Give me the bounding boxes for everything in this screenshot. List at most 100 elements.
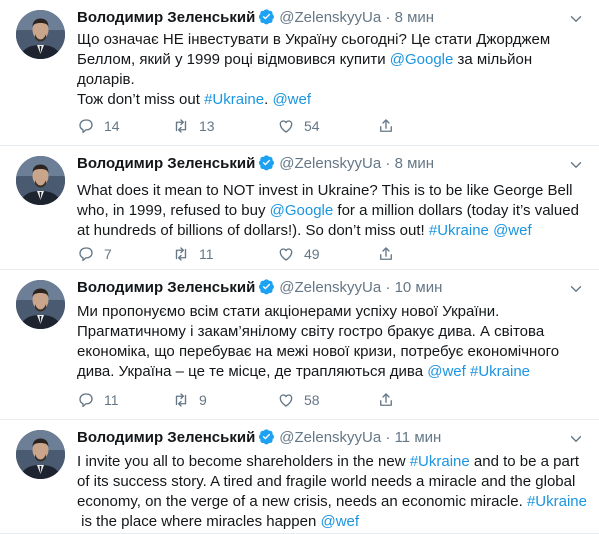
- mention-link[interactable]: @Google: [390, 51, 454, 68]
- retweet-icon: [175, 119, 187, 133]
- tweet-text-line: economy, on the verge of a new crisis, n…: [77, 492, 589, 512]
- chevron-down-icon: [570, 436, 582, 442]
- text-segment: дива. Україна – це те місце, де трапляют…: [77, 363, 428, 380]
- text-segment: at hundreds of billions of dollars!). So…: [77, 222, 429, 239]
- author-name[interactable]: Володимир Зеленський: [77, 279, 255, 296]
- avatar[interactable]: [16, 430, 65, 479]
- avatar[interactable]: [16, 156, 65, 205]
- tweet-text: Ми пропонуємо всім стати акціонерами усп…: [77, 302, 589, 382]
- tweet-actions: 14 13 54: [77, 116, 407, 136]
- tweet-menu-button[interactable]: [567, 156, 585, 174]
- mention-link[interactable]: @wef: [320, 513, 359, 530]
- tweet-text-line: Беллом, який у 1999 році відмовився купи…: [77, 50, 589, 70]
- heart-icon: [279, 248, 293, 261]
- tweet-header: Володимир Зеленський @ZelenskyyUa · 10 ми…: [77, 278, 589, 298]
- hashtag-link[interactable]: #Ukraine: [470, 363, 530, 380]
- text-segment: Що означає НЕ інвестувати в Україну сьог…: [77, 31, 551, 48]
- author-name[interactable]: Володимир Зеленський: [77, 155, 255, 172]
- verified-badge-icon: [259, 9, 275, 25]
- like-count: 49: [304, 246, 320, 262]
- tweet-text-line: of its success story. A tired and fragil…: [77, 472, 589, 492]
- author-handle[interactable]: @ZelenskyyUa: [279, 429, 381, 446]
- chevron-down-icon: [570, 16, 582, 22]
- tweet-text: I invite you all to become shareholders …: [77, 452, 589, 532]
- retweet-count: 11: [199, 246, 214, 262]
- author-handle[interactable]: @ZelenskyyUa: [279, 155, 381, 172]
- author-handle[interactable]: @ZelenskyyUa: [279, 279, 381, 296]
- tweet-header: Володимир Зеленський @ZelenskyyUa · 11 ми…: [77, 428, 589, 448]
- separator-dot: ·: [385, 155, 391, 172]
- reply-icon: [79, 247, 93, 262]
- tweet-text: Що означає НЕ інвестувати в Україну сьог…: [77, 30, 589, 110]
- tweet-actions: 11 9 58: [77, 390, 407, 410]
- tweet-timestamp[interactable]: 8 мин: [395, 155, 435, 172]
- hashtag-link[interactable]: #Ukraine: [429, 222, 489, 239]
- hashtag-link[interactable]: #Ukraine: [410, 453, 470, 470]
- verified-badge-icon: [259, 279, 275, 295]
- text-segment: What does it mean to NOT invest in Ukrai…: [77, 182, 573, 199]
- tweet[interactable]: Володимир Зеленський @ZelenskyyUa · 8 мин…: [0, 0, 599, 146]
- tweet-timestamp[interactable]: 8 мин: [395, 9, 435, 26]
- mention-link[interactable]: @wef: [493, 222, 532, 239]
- text-segment: who, in 1999, refused to buy: [77, 202, 270, 219]
- heart-icon: [279, 394, 293, 407]
- heart-icon: [279, 120, 293, 133]
- tweet-text-line: Прагматичному і закам’янілому світу гост…: [77, 322, 589, 342]
- tweet-text-line: is the place where miracles happen @wef: [77, 512, 589, 532]
- tweet[interactable]: Володимир Зеленський @ZelenskyyUa · 11 ми…: [0, 420, 599, 534]
- tweet-actions: 7 11 49: [77, 244, 407, 264]
- like-count: 58: [304, 392, 320, 408]
- avatar[interactable]: [16, 10, 65, 59]
- author-name[interactable]: Володимир Зеленський: [77, 9, 255, 26]
- share-icon: [380, 247, 392, 260]
- tweet-text-line: I invite you all to become shareholders …: [77, 452, 589, 472]
- tweet-text: What does it mean to NOT invest in Ukrai…: [77, 181, 589, 241]
- reply-icon: [79, 393, 93, 408]
- tweet-feed: Володимир Зеленський @ZelenskyyUa · 8 мин…: [0, 0, 599, 534]
- tweet-timestamp[interactable]: 11 мин: [395, 429, 442, 446]
- reply-count: 7: [104, 246, 112, 262]
- tweet-header: Володимир Зеленський @ZelenskyyUa · 8 мин: [77, 8, 589, 28]
- tweet-text-line: Тож don’t miss out #Ukraine. @wef: [77, 90, 589, 110]
- tweet[interactable]: Володимир Зеленський @ZelenskyyUa · 8 мин…: [0, 146, 599, 270]
- text-segment: Прагматичному і закам’янілому світу гост…: [77, 323, 545, 340]
- chevron-down-icon: [570, 162, 582, 168]
- mention-link[interactable]: @wef: [427, 363, 466, 380]
- mention-link[interactable]: @wef: [272, 91, 311, 108]
- text-segment: is the place where miracles happen: [77, 513, 321, 530]
- share-icon: [380, 119, 392, 132]
- tweet-timestamp[interactable]: 10 мин: [395, 279, 443, 296]
- chevron-down-icon: [570, 286, 582, 292]
- text-segment: and to be a part: [469, 453, 579, 470]
- tweet-text-line: Що означає НЕ інвестувати в Україну сьог…: [77, 30, 589, 50]
- tweet-text-line: економіка, що перебуває на межі нової кр…: [77, 342, 589, 362]
- avatar[interactable]: [16, 280, 65, 329]
- text-segment: I invite you all to become shareholders …: [77, 453, 410, 470]
- retweet-count: 13: [199, 118, 215, 134]
- tweet-text-line: What does it mean to NOT invest in Ukrai…: [77, 181, 589, 201]
- separator-dot: ·: [385, 279, 391, 296]
- text-segment: за мільйон: [453, 51, 533, 68]
- hashtag-link[interactable]: #Ukraine: [527, 493, 587, 510]
- separator-dot: ·: [385, 9, 391, 26]
- author-name[interactable]: Володимир Зеленський: [77, 429, 255, 446]
- text-segment: Тож don’t miss out: [77, 91, 205, 108]
- tweet-text-line: дива. Україна – це те місце, де трапляют…: [77, 362, 589, 382]
- tweet[interactable]: Володимир Зеленський @ZelenskyyUa · 10 ми…: [0, 270, 599, 420]
- text-segment: Ми пропонуємо всім стати акціонерами усп…: [77, 303, 500, 320]
- tweet-text-line: who, in 1999, refused to buy @Google for…: [77, 201, 589, 221]
- text-segment: економіка, що перебуває на межі нової кр…: [77, 343, 560, 360]
- tweet-header: Володимир Зеленський @ZelenskyyUa · 8 мин: [77, 154, 589, 174]
- mention-link[interactable]: @Google: [270, 202, 334, 219]
- tweet-menu-button[interactable]: [567, 430, 585, 448]
- tweet-text-line: Ми пропонуємо всім стати акціонерами усп…: [77, 302, 589, 322]
- text-segment: доларів.: [77, 71, 135, 88]
- text-segment: of its success story. A tired and fragil…: [77, 473, 576, 490]
- tweet-menu-button[interactable]: [567, 10, 585, 28]
- verified-badge-icon: [259, 429, 275, 445]
- tweet-menu-button[interactable]: [567, 280, 585, 298]
- author-handle[interactable]: @ZelenskyyUa: [279, 9, 381, 26]
- hashtag-link[interactable]: #Ukraine: [204, 91, 264, 108]
- text-segment: Беллом, який у 1999 році відмовився купи…: [77, 51, 390, 68]
- separator-dot: ·: [385, 429, 391, 446]
